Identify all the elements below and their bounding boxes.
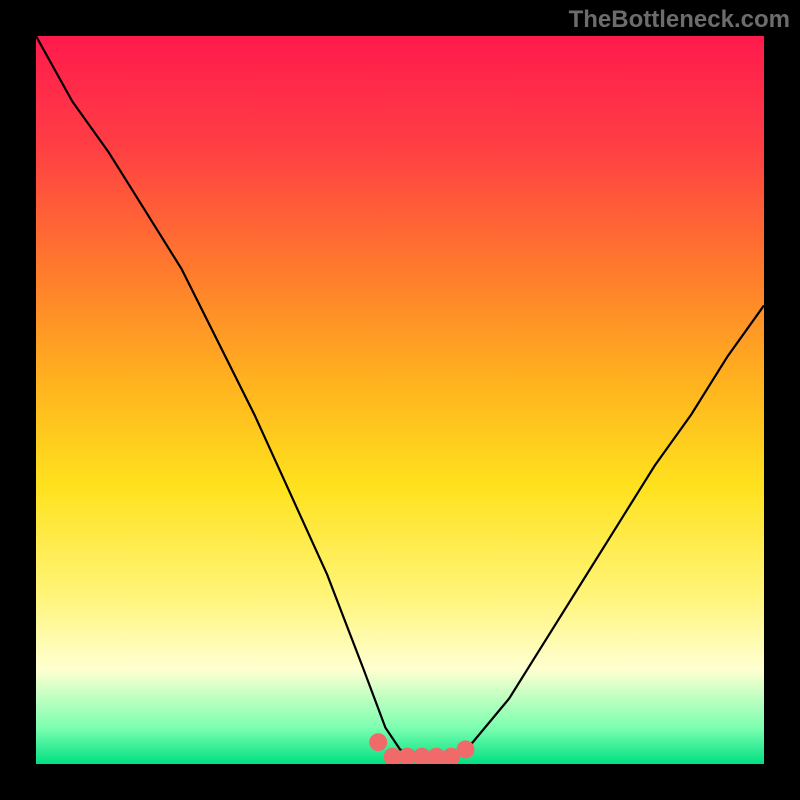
bottleneck-curve: [36, 36, 764, 757]
highlight-marks: [369, 733, 474, 764]
curve-path: [36, 36, 764, 757]
chart-frame: TheBottleneck.com: [0, 0, 800, 800]
highlight-dot: [457, 740, 475, 758]
watermark-label: TheBottleneck.com: [569, 6, 790, 34]
plot-area: [36, 36, 764, 764]
curve-layer: [36, 36, 764, 764]
highlight-dot: [369, 733, 387, 751]
